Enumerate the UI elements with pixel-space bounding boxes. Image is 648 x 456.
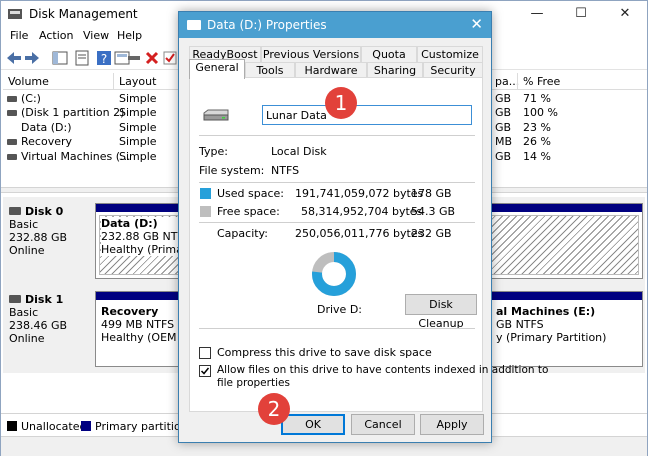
maximize-button[interactable]: ☐ — [559, 1, 603, 27]
disk-label[interactable]: Disk 0 Basic 232.88 GB Online — [9, 205, 89, 257]
check-icon[interactable] — [161, 49, 179, 67]
partition-virtual-machines-e[interactable]: al Machines (E:) GB NTFS y (Primary Part… — [479, 291, 643, 367]
dialog-title-bar[interactable]: Data (D:) Properties ✕ — [179, 12, 491, 38]
minimize-button[interactable]: — — [515, 1, 559, 27]
primary-swatch — [81, 421, 91, 431]
properties-dialog: Data (D:) Properties ✕ ReadyBoost Previo… — [178, 11, 548, 443]
type-label: Type: — [199, 145, 228, 158]
volume-icon — [7, 110, 17, 116]
index-label-line1: Allow files on this drive to have conten… — [217, 364, 549, 376]
used-space-bytes: 191,741,059,072 bytes — [295, 187, 424, 200]
type-value: Local Disk — [271, 145, 327, 158]
used-space-label: Used space: — [217, 187, 285, 200]
capacity-gb: 232 GB — [411, 227, 452, 240]
file-system-label: File system: — [199, 164, 265, 177]
window-title: Disk Management — [29, 7, 138, 21]
properties-icon[interactable] — [73, 49, 91, 67]
callout-badge-2: 2 — [258, 393, 290, 425]
checkmark-icon — [200, 367, 210, 375]
column-volume[interactable]: Volume — [8, 75, 49, 88]
menu-action[interactable]: Action — [39, 29, 73, 42]
free-space-label: Free space: — [217, 205, 280, 218]
forward-arrow-icon[interactable] — [23, 49, 41, 67]
index-checkbox[interactable] — [199, 365, 211, 377]
volume-name-input[interactable] — [262, 105, 472, 125]
general-tab-panel: Type: Local Disk File system: NTFS Used … — [189, 77, 548, 412]
menu-view[interactable]: View — [83, 29, 109, 42]
used-space-swatch — [200, 188, 211, 199]
legend-primary: Primary partition — [95, 420, 188, 433]
volume-icon — [7, 139, 17, 145]
back-arrow-icon[interactable] — [5, 49, 23, 67]
delete-icon[interactable] — [143, 49, 161, 67]
apply-button[interactable]: Apply — [420, 414, 484, 435]
drive-letter-label: Drive D: — [317, 303, 362, 316]
dialog-close-button[interactable]: ✕ — [470, 15, 483, 33]
connect-icon[interactable] — [125, 49, 143, 67]
column-capacity[interactable]: pa... — [495, 75, 519, 88]
help-icon[interactable]: ? — [95, 49, 113, 67]
free-space-bytes: 58,314,952,704 bytes — [301, 205, 423, 218]
console-tree-icon[interactable] — [51, 49, 69, 67]
drive-icon — [187, 20, 201, 30]
tab-general[interactable]: General — [189, 59, 245, 79]
close-button[interactable]: ✕ — [603, 1, 647, 27]
disk-management-icon — [8, 9, 22, 19]
dialog-title: Data (D:) Properties — [207, 18, 327, 32]
unallocated-swatch — [7, 421, 17, 431]
disk-icon — [9, 295, 21, 303]
cancel-button[interactable]: Cancel — [351, 414, 415, 435]
disk-icon — [9, 207, 21, 215]
disk-label[interactable]: Disk 1 Basic 238.46 GB Online — [9, 293, 89, 345]
disk-usage-donut — [312, 252, 356, 296]
compress-label: Compress this drive to save disk space — [217, 346, 432, 359]
column-percent-free[interactable]: % Free — [523, 75, 560, 88]
file-system-value: NTFS — [271, 164, 300, 177]
used-space-gb: 178 GB — [411, 187, 452, 200]
compress-checkbox[interactable] — [199, 347, 211, 359]
svg-text:?: ? — [101, 52, 107, 66]
volume-icon — [7, 96, 17, 102]
index-label-line2: file properties — [217, 377, 290, 389]
free-space-gb: 54.3 GB — [411, 205, 456, 218]
menu-help[interactable]: Help — [117, 29, 142, 42]
menu-file[interactable]: File — [10, 29, 28, 42]
callout-badge-1: 1 — [325, 87, 357, 119]
volume-icon — [7, 154, 17, 160]
free-space-swatch — [200, 206, 211, 217]
capacity-label: Capacity: — [217, 227, 268, 240]
legend-unallocated: Unallocated — [21, 420, 87, 433]
drive-icon — [203, 109, 229, 121]
disk-cleanup-button[interactable]: Disk Cleanup — [405, 294, 477, 330]
ok-button[interactable]: OK — [281, 414, 345, 435]
capacity-bytes: 250,056,011,776 bytes — [295, 227, 424, 240]
column-layout[interactable]: Layout — [119, 75, 156, 88]
